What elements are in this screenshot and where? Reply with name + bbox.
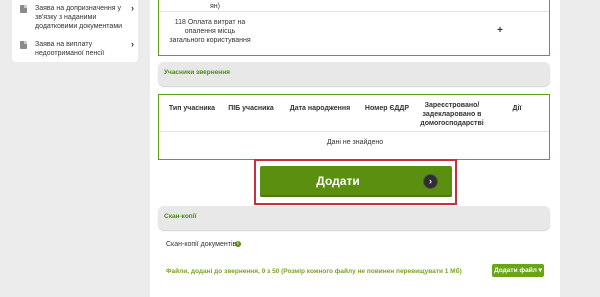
add-button-label: Додати [316,174,360,188]
empty-state-text: Дані не знайдено [326,139,384,146]
files-status-text: Файли, додані до звернення, 0 з 50 (Розм… [166,268,462,275]
chevron-right-icon: › [131,39,134,49]
column-header: Дії [512,105,522,112]
column-header: Тип учасника [168,105,216,112]
add-file-button[interactable]: Додати файл ▾ [492,264,544,277]
service-row-label: 118 Оплата витрат на опалення місць зага… [169,19,251,44]
table-cell: ян) [210,3,220,10]
table-divider [159,131,549,132]
column-header: Номер ЄДДР [364,105,410,112]
sidebar-item-unpaid-pension[interactable]: Заява на виплату недоотриманої пенсії › [20,40,134,58]
document-icon [20,5,27,13]
participants-section-header[interactable]: Учасники звернення [158,62,550,86]
section-title: Учасники звернення [164,69,230,76]
column-header: ПІБ учасника [228,105,274,112]
arrow-right-icon: › [423,174,438,189]
scans-section-header[interactable]: Скан-копії [158,206,550,230]
sidebar-item-label: Заява на допризначення у зв'язку з надан… [35,5,123,30]
page: Заява на допризначення у зв'язку з надан… [0,0,600,297]
chevron-right-icon: › [131,3,134,13]
scan-docs-label: Скан-копії документів [166,241,237,248]
sidebar-item-supplement-application[interactable]: Заява на допризначення у зв'язку з надан… [20,4,134,31]
section-title: Скан-копії [164,213,197,220]
sidebar-item-label: Заява на виплату недоотриманої пенсії [35,41,105,57]
info-icon[interactable]: i [235,241,241,247]
document-icon [20,41,27,49]
sidebar: Заява на допризначення у зв'язку з надан… [12,0,138,62]
add-button[interactable]: Додати › [260,166,452,197]
table-divider [159,11,549,12]
column-header: Зареєстровано/ задекларовано в домогоспо… [420,102,484,127]
column-header: Дата народження [289,105,351,112]
expand-plus-icon[interactable]: + [495,26,505,36]
